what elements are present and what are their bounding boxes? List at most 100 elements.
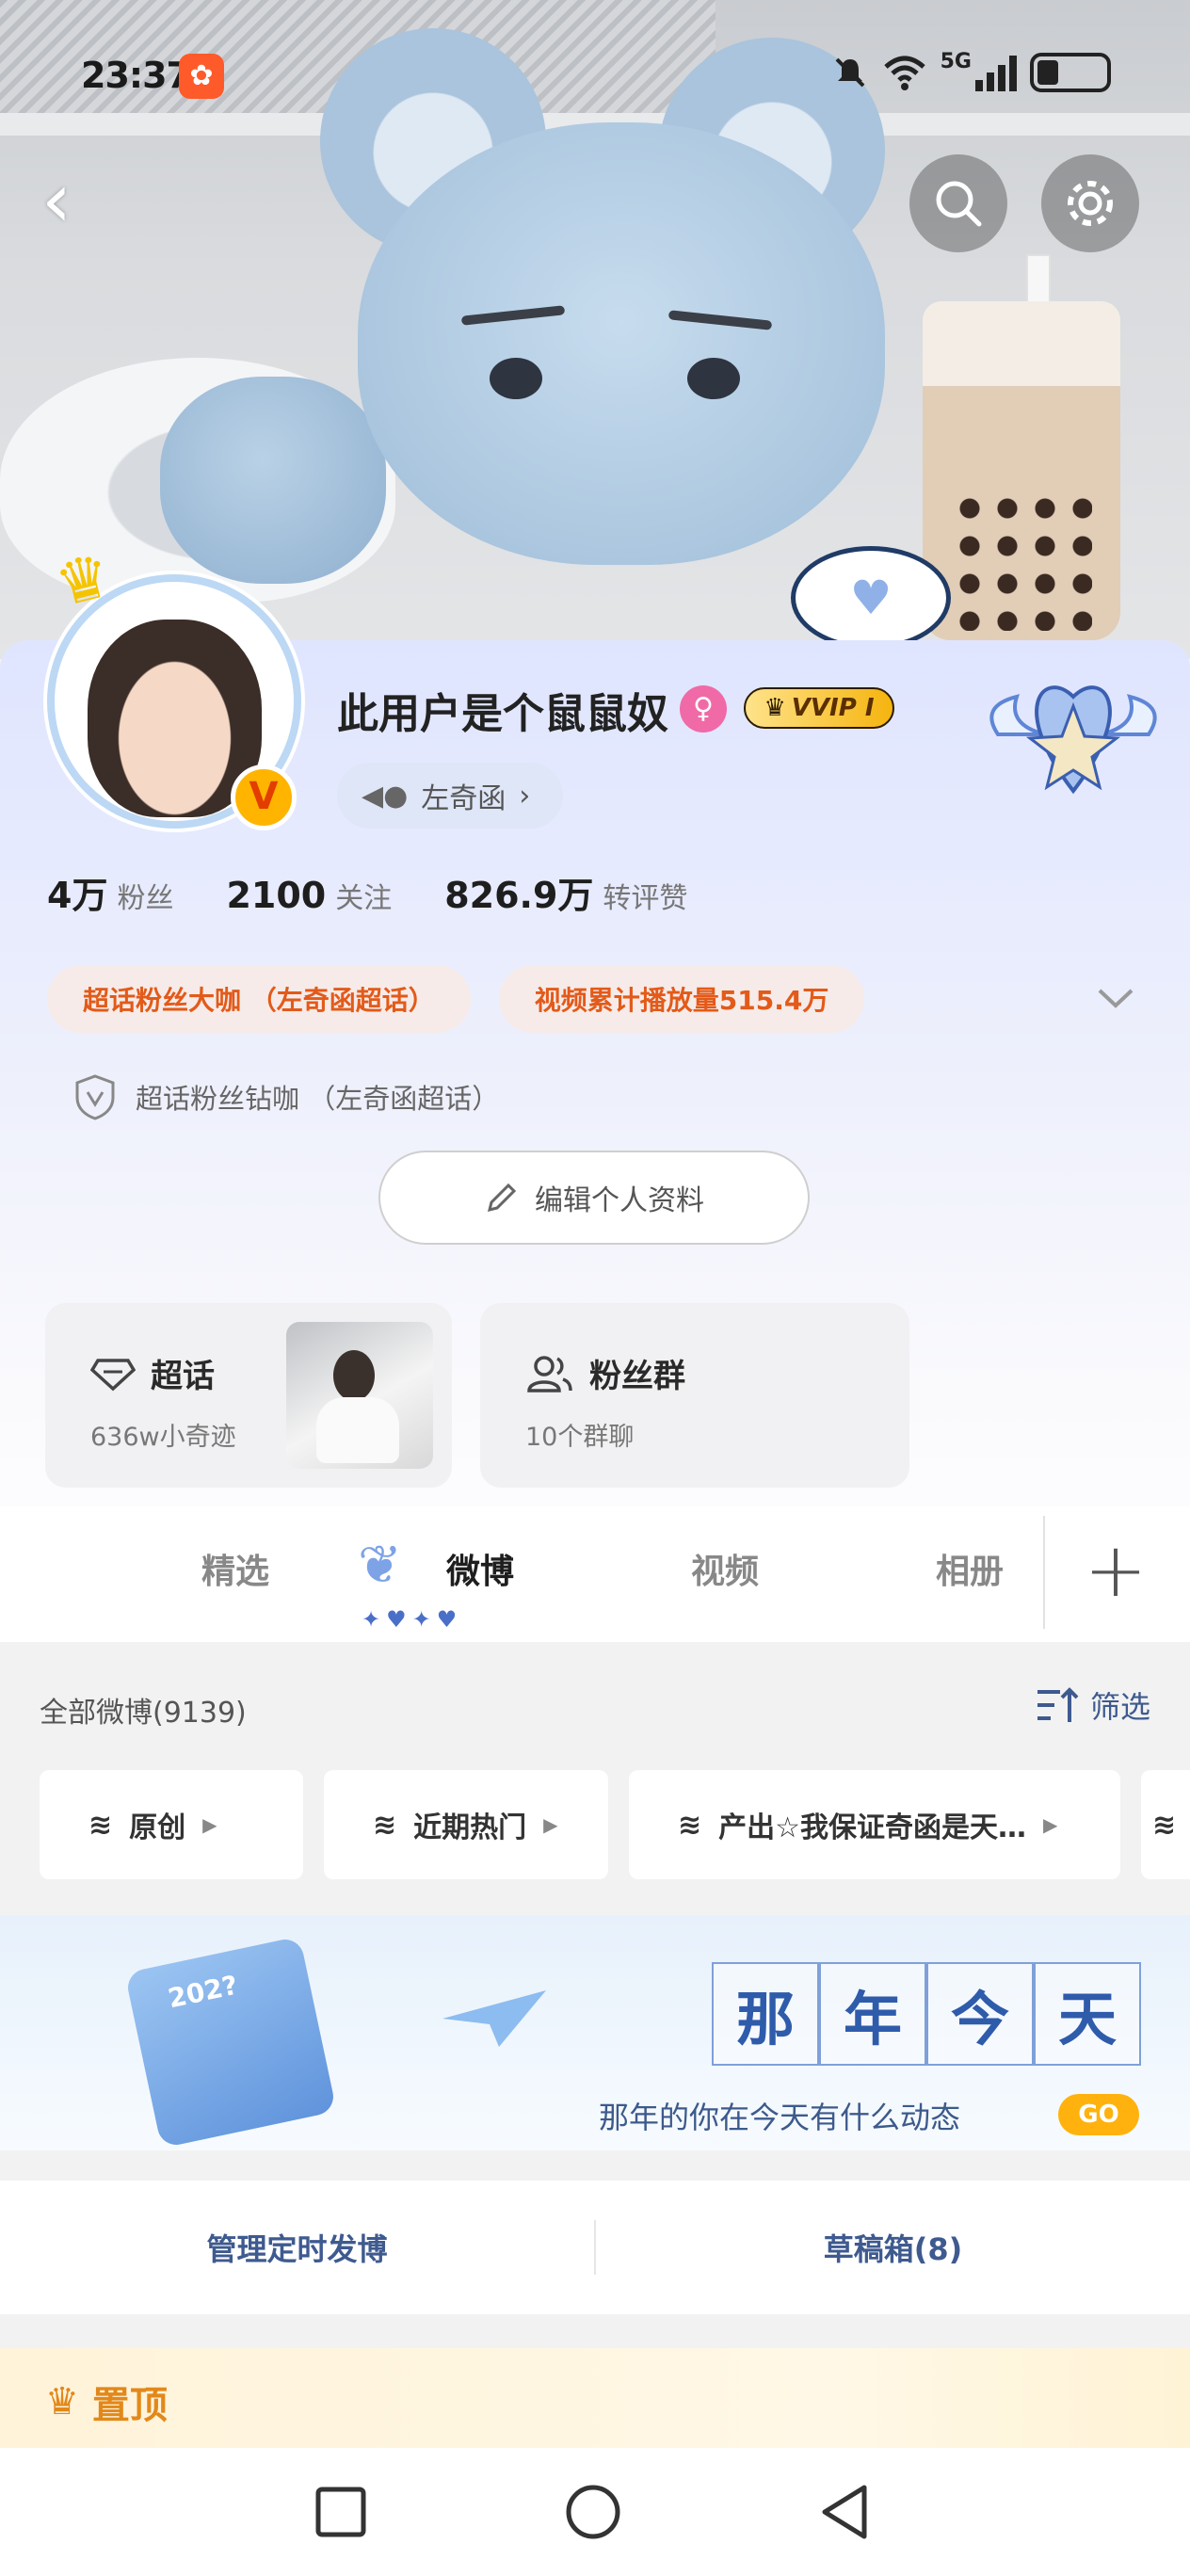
feature-cards: 超话 636w小奇迹 粉丝群 10个群聊 xyxy=(45,1303,909,1488)
status-bar: 23:37 ✿ 5G xyxy=(0,0,1190,141)
pinned-label: 置顶 xyxy=(91,2384,168,2427)
shield-v-icon xyxy=(75,1074,115,1120)
super-topic-card[interactable]: 超话 636w小奇迹 xyxy=(45,1303,452,1488)
stat-label: 转评赞 xyxy=(603,882,688,915)
all-weibo-count: 全部微博(9139) xyxy=(40,1697,247,1730)
search-button[interactable] xyxy=(909,154,1007,252)
fan-group-title: 粉丝群 xyxy=(525,1350,685,1396)
diamond-fan-label: 超话粉丝钻咖 （左奇函超话） xyxy=(136,1083,500,1115)
layers-icon: ≋ xyxy=(678,1808,702,1842)
diamond-icon xyxy=(90,1358,136,1391)
wifi-icon xyxy=(883,56,925,90)
chip-recent-hot[interactable]: ≋ 近期热门 ▶ xyxy=(324,1770,608,1879)
feed-header: 全部微博(9139) 筛选 ≋ 原创 ▶ ≋ 近期热门 ▶ ≋ 产出☆我保证奇函… xyxy=(0,1642,1190,1915)
chip-more-partial[interactable]: ≋ xyxy=(1141,1770,1190,1879)
stat-interactions[interactable]: 826.9万 转评赞 xyxy=(444,866,687,918)
cover-bear-plush xyxy=(358,122,885,565)
settings-button[interactable] xyxy=(1041,154,1139,252)
chip-label: 产出☆我保证奇函是天… xyxy=(718,1811,1027,1844)
pinned-section: ♛ 置顶 xyxy=(0,2348,1190,2452)
super-topic-label: 超话 xyxy=(151,1358,215,1395)
tab-album[interactable]: 相册 xyxy=(936,1544,1004,1593)
feed-category-chips: ≋ 原创 ▶ ≋ 近期热门 ▶ ≋ 产出☆我保证奇函是天… ▶ ≋ xyxy=(40,1770,1190,1879)
filter-button[interactable]: 筛选 xyxy=(1034,1683,1150,1727)
stat-value: 2100 xyxy=(226,875,327,916)
triangle-right-icon: ▶ xyxy=(543,1813,558,1836)
add-tab-button[interactable]: + xyxy=(1083,1523,1149,1618)
banner-title-char: 年 xyxy=(819,1962,926,2066)
stat-label: 关注 xyxy=(335,882,393,915)
fish-icon: ◀● xyxy=(362,779,409,813)
cover-bear-eye-right xyxy=(687,358,740,399)
scheduled-posts-button[interactable]: 管理定时发博 xyxy=(0,2181,594,2314)
banner-title-char: 天 xyxy=(1034,1962,1141,2066)
mute-icon xyxy=(835,57,865,88)
honor-video-plays[interactable]: 视频累计播放量515.4万 xyxy=(498,965,865,1033)
filter-label: 筛选 xyxy=(1089,1689,1150,1725)
stat-followers[interactable]: 4万 粉丝 xyxy=(47,866,173,918)
tab-weibo[interactable]: 微博 xyxy=(446,1544,514,1593)
status-icons: 5G xyxy=(831,50,1111,92)
cover-bubble-tea xyxy=(923,301,1120,640)
calendar-icon: 202? xyxy=(124,1936,337,2149)
super-topic-title: 超话 xyxy=(90,1350,215,1396)
fan-group-sub: 10个群聊 xyxy=(525,1423,635,1452)
fan-of-tag[interactable]: ◀● 左奇函 › xyxy=(337,763,563,829)
super-topic-thumbnail xyxy=(286,1322,433,1469)
profile-tabs: 精选 ❦ 微博 ✦♥✦♥ 视频 相册 + xyxy=(0,1506,1190,1642)
banner-title-char: 今 xyxy=(926,1962,1034,2066)
drafts-button[interactable]: 草稿箱(8) xyxy=(596,2181,1190,2314)
honor-tags: 超话粉丝大咖 （左奇函超话） 视频累计播放量515.4万 xyxy=(47,965,865,1033)
stat-following[interactable]: 2100 关注 xyxy=(226,875,392,916)
triangle-right-icon: ▶ xyxy=(1043,1813,1058,1836)
wing-icon: ❦ xyxy=(358,1535,402,1596)
vip-crown-icon: ♛ xyxy=(764,694,786,722)
female-gender-icon: ♀ xyxy=(680,685,727,733)
signal-icon xyxy=(975,54,1017,91)
diamond-fan-honor[interactable]: 超话粉丝钻咖 （左奇函超话） xyxy=(73,1073,499,1120)
home-button[interactable] xyxy=(563,2482,623,2542)
chip-original[interactable]: ≋ 原创 ▶ xyxy=(40,1770,303,1879)
honor-super-fan[interactable]: 超话粉丝大咖 （左奇函超话） xyxy=(47,965,471,1033)
edit-profile-label: 编辑个人资料 xyxy=(535,1184,704,1217)
banner-title-char: 那 xyxy=(712,1962,819,2066)
crown-icon: ♛ xyxy=(45,2380,79,2423)
filter-sort-icon xyxy=(1037,1687,1079,1722)
banner-title: 那 年 今 天 xyxy=(712,1962,1141,2066)
sparkle-hearts-icon: ✦♥✦♥ xyxy=(362,1606,463,1633)
go-button[interactable]: GO xyxy=(1058,2094,1139,2135)
heart-bubble-icon: ♥ xyxy=(791,546,951,650)
edit-profile-button[interactable]: 编辑个人资料 xyxy=(378,1151,810,1245)
cover-bear-eye-left xyxy=(490,358,542,399)
tab-divider xyxy=(1043,1516,1045,1629)
back-nav-button[interactable] xyxy=(815,2482,876,2542)
vip-badge[interactable]: ♛ VVIP I xyxy=(744,687,894,729)
banner-subtitle: 那年的你在今天有什么动态 xyxy=(599,2100,961,2135)
search-icon xyxy=(936,181,982,227)
chevron-down-icon[interactable] xyxy=(1092,979,1139,1017)
star-wings-decoration-icon xyxy=(989,685,1157,795)
fan-group-card[interactable]: 粉丝群 10个群聊 xyxy=(480,1303,909,1488)
calendar-year: 202? xyxy=(165,1969,241,2015)
tab-featured[interactable]: 精选 xyxy=(201,1544,269,1593)
manage-bar: 管理定时发博 草稿箱(8) xyxy=(0,2181,1190,2314)
status-time: 23:37 xyxy=(81,55,191,96)
chip-custom-collection[interactable]: ≋ 产出☆我保证奇函是天… ▶ xyxy=(629,1770,1120,1879)
pencil-icon xyxy=(487,1183,517,1213)
vip-label: VVIP I xyxy=(791,694,875,722)
gear-icon xyxy=(1068,181,1113,226)
layers-icon: ≋ xyxy=(1152,1808,1177,1842)
chevron-right-icon: › xyxy=(519,779,531,813)
stat-value: 4万 xyxy=(47,875,108,916)
system-navigation-bar xyxy=(0,2448,1190,2576)
app-notification-icon: ✿ xyxy=(179,54,224,99)
on-this-day-banner[interactable]: 202? 那 年 今 天 那年的你在今天有什么动态 GO xyxy=(0,1915,1190,2150)
tab-video[interactable]: 视频 xyxy=(691,1544,759,1593)
layers-icon: ≋ xyxy=(88,1808,113,1842)
back-button[interactable]: ‹ xyxy=(41,163,98,243)
profile-stats: 4万 粉丝 2100 关注 826.9万 转评赞 xyxy=(47,866,687,918)
fan-group-label: 粉丝群 xyxy=(589,1358,685,1395)
recent-apps-button[interactable] xyxy=(311,2482,371,2542)
stat-label: 粉丝 xyxy=(117,882,174,915)
nickname: 此用户是个鼠鼠奴 xyxy=(337,690,668,738)
